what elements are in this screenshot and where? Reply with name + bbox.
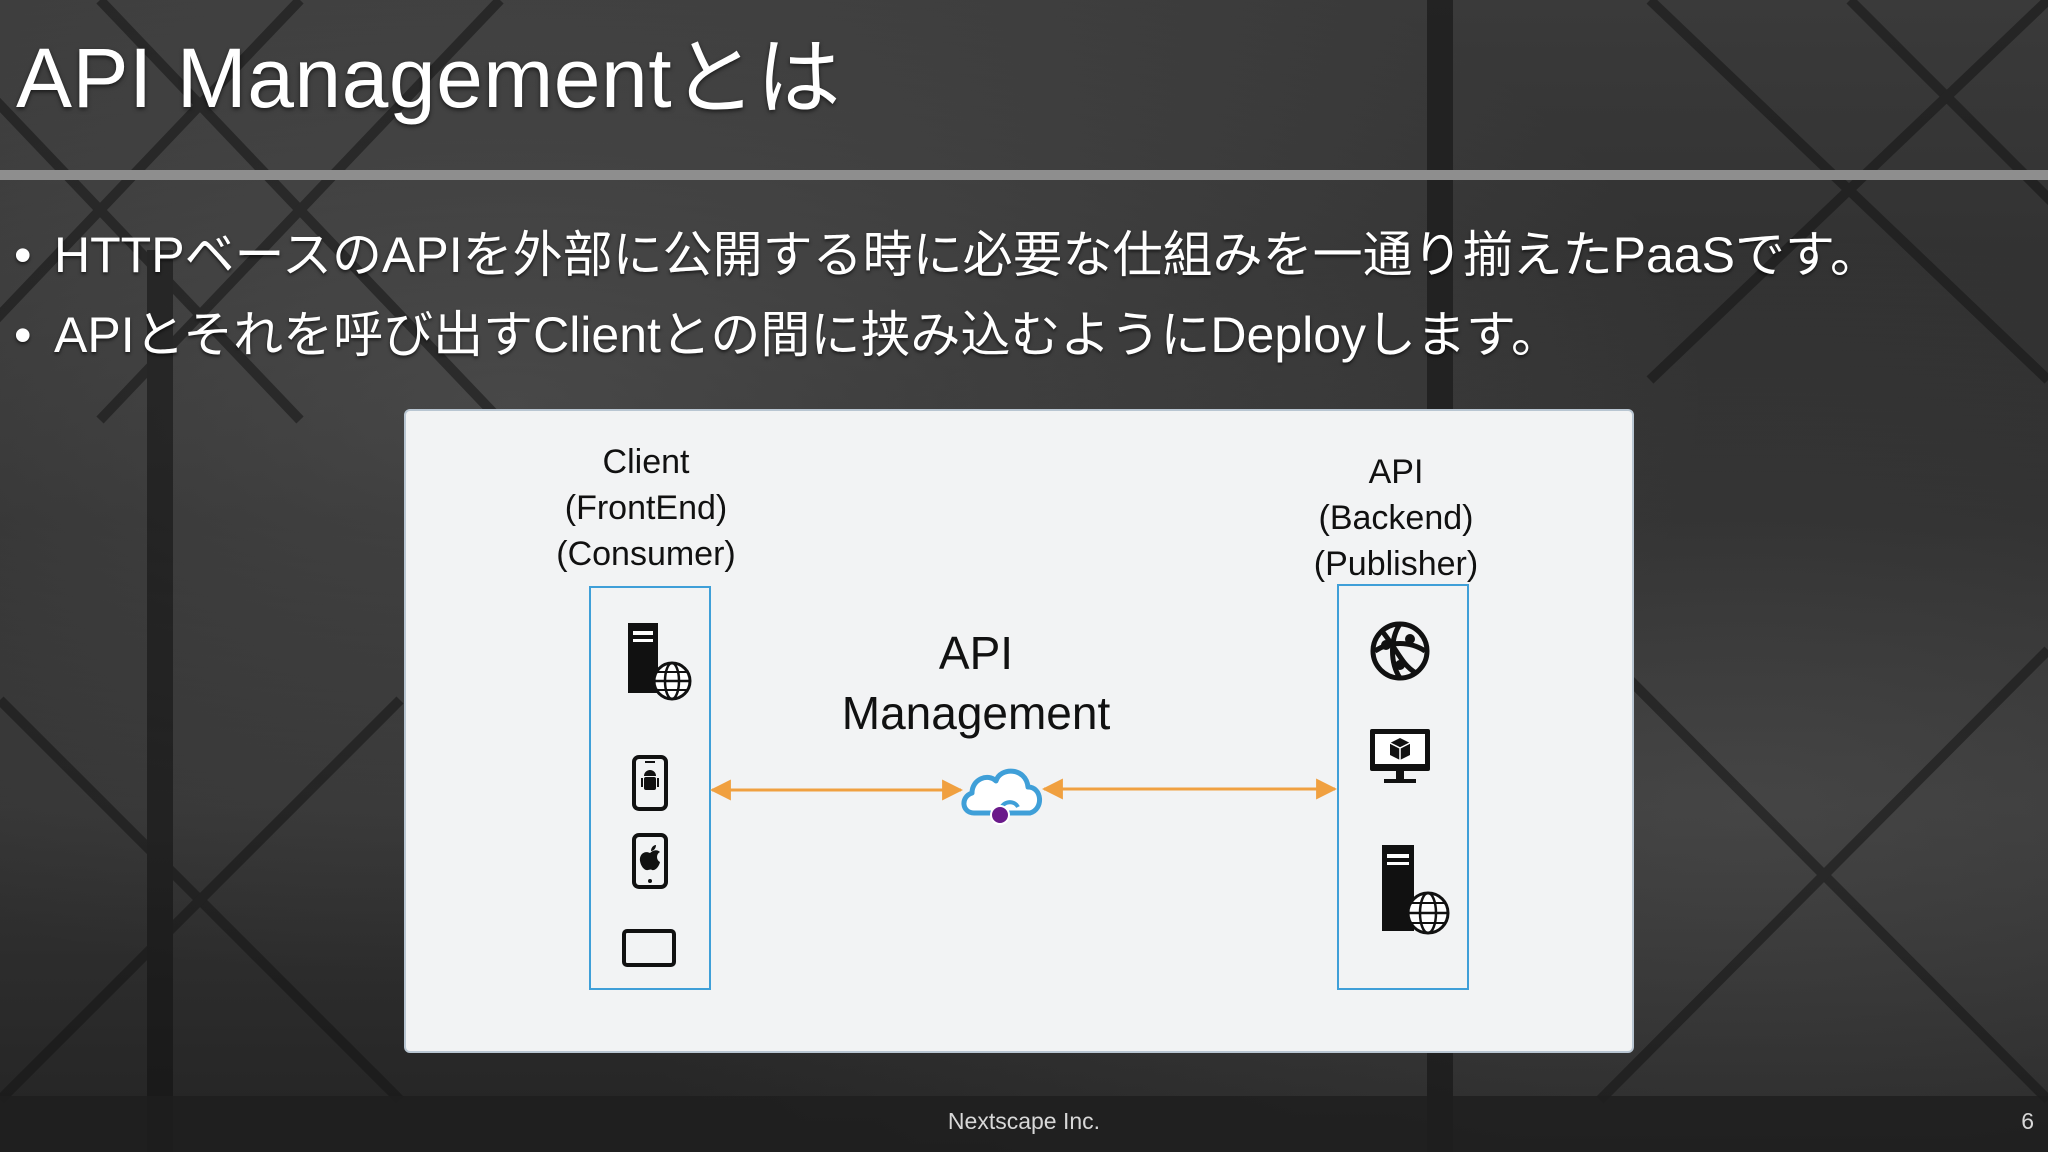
api-management-label: API Management [826, 623, 1126, 743]
client-label-line: (FrontEnd) [564, 489, 728, 527]
api-label-line: API [1368, 453, 1424, 491]
bullet-item: • APIとそれを呼び出すClientとの間に挟み込むようにDeployします。 [14, 295, 2034, 375]
api-label: API (Backend) (Publisher) [1276, 449, 1516, 587]
api-label-line: (Publisher) [1313, 545, 1479, 583]
api-management-cloud-icon [961, 768, 1042, 825]
bullet-marker: • [14, 307, 32, 363]
client-label: Client (FrontEnd) (Consumer) [526, 439, 766, 577]
title-divider [0, 170, 2048, 180]
virtual-machine-icon [1370, 729, 1430, 783]
api-label-line: (Backend) [1318, 499, 1474, 537]
bullet-text: HTTPベースのAPIを外部に公開する時に必要な仕組みを一通り揃えたPaaSです… [54, 227, 1880, 283]
apple-phone-icon [632, 833, 668, 889]
footer-company: Nextscape Inc. [947, 1108, 1101, 1134]
api-management-label-line: Management [841, 687, 1111, 739]
bullet-text: APIとそれを呼び出すClientとの間に挟み込むようにDeployします。 [54, 307, 1562, 363]
web-server-icon [1382, 845, 1450, 935]
client-label-line: Client [602, 443, 690, 481]
api-management-label-line: API [938, 627, 1014, 679]
client-label-line: (Consumer) [556, 535, 736, 573]
android-phone-icon [632, 755, 668, 811]
web-app-icon [1370, 621, 1430, 681]
bullet-list: • HTTPベースのAPIを外部に公開する時に必要な仕組みを一通り揃えたPaaS… [14, 215, 2034, 375]
slide-title: API Managementとは [16, 31, 842, 125]
bullet-marker: • [14, 227, 32, 283]
web-server-icon [628, 623, 692, 701]
page-number: 6 [2021, 1108, 2034, 1134]
architecture-diagram-panel: Client (FrontEnd) (Consumer) API (Backen… [404, 409, 1634, 1053]
tablet-icon [622, 929, 676, 967]
slide-footer: Nextscape Inc. 6 [0, 1096, 2048, 1152]
bullet-item: • HTTPベースのAPIを外部に公開する時に必要な仕組みを一通り揃えたPaaS… [14, 215, 2034, 295]
